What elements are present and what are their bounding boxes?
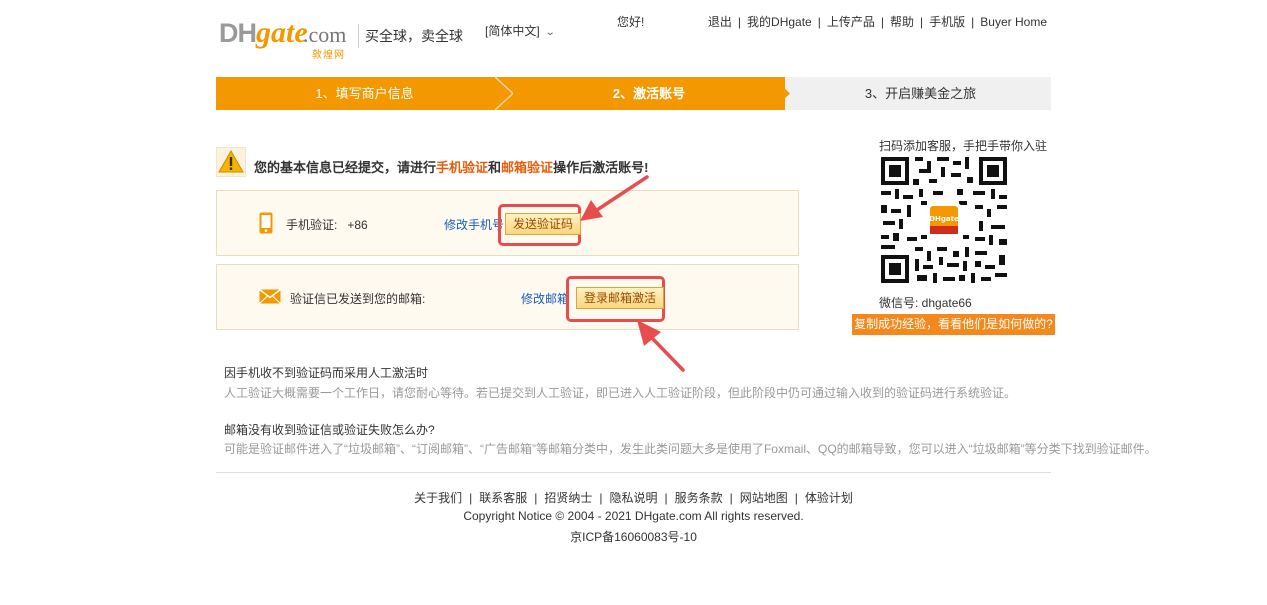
modify-phone-link[interactable]: 修改手机号: [444, 216, 504, 233]
warning-icon: [216, 147, 246, 177]
annotation-arrow-icon: [580, 175, 649, 221]
faq-answer: 可能是验证邮件进入了“垃圾邮箱”、“订阅邮箱”、“广告邮箱”等邮箱分类中，发生此…: [224, 442, 1157, 456]
step-1: 1、填写商户信息: [216, 77, 513, 110]
language-selector[interactable]: [简体中文] ⌄: [485, 22, 556, 39]
footer-link-privacy[interactable]: 隐私说明: [609, 491, 657, 505]
progress-steps: 1、填写商户信息 2、激活账号 3、开启赚美金之旅: [216, 77, 1051, 110]
step-chevron-icon: [772, 77, 790, 110]
nav-buyer-home[interactable]: Buyer Home: [980, 15, 1047, 29]
login-email-button[interactable]: 登录邮箱激活: [576, 287, 665, 309]
copyright: Copyright Notice © 2004 - 2021 DHgate.co…: [463, 509, 804, 523]
logo-subtitle: 敦煌网: [312, 50, 345, 61]
nav-separator: |: [920, 15, 924, 29]
notice-prefix: 您的基本信息已经提交，请进行: [254, 160, 437, 175]
footer-divider: [216, 472, 1051, 473]
footer-links: 关于我们 | 联系客服 | 招贤纳士 | 隐私说明 | 服务条款 | 网站地图 | 体验计划: [0, 489, 1267, 506]
dhgate-logo[interactable]: DH gate .com 敦煌网: [219, 16, 357, 61]
footer-separator: |: [794, 491, 798, 505]
greeting: 您好!: [617, 15, 645, 29]
nav-my-dhgate[interactable]: 我的DHgate: [747, 15, 812, 29]
logo-dh-text: DH: [219, 18, 257, 48]
nav-logout[interactable]: 退出: [708, 15, 732, 29]
step-2: 2、激活账号: [513, 77, 785, 110]
email-verify-label: 验证信已发送到您的邮箱:: [290, 292, 426, 306]
notice-and: 和: [488, 160, 502, 175]
annotation-arrow-icon: [637, 320, 685, 372]
nav-upload-product[interactable]: 上传产品: [827, 15, 875, 29]
footer-separator: |: [729, 491, 733, 505]
phone-verify-label: 手机验证: +86: [286, 218, 368, 232]
footer-separator: |: [469, 491, 473, 505]
qr-title: 扫码添加客服，手把手带你入驻: [879, 139, 1048, 153]
footer-link-about[interactable]: 关于我们: [414, 491, 462, 505]
faq-question: 邮箱没有收到验证信或验证失败怎么办?: [224, 423, 435, 437]
footer-link-contact[interactable]: 联系客服: [479, 491, 527, 505]
footer-link-terms[interactable]: 服务条款: [675, 491, 723, 505]
footer-separator: |: [664, 491, 668, 505]
faq-question: 因手机收不到验证码而采用人工激活时: [224, 366, 429, 380]
mail-icon: [259, 289, 281, 304]
footer-link-careers[interactable]: 招贤纳士: [544, 491, 592, 505]
faq-answer: 人工验证大概需要一个工作日，请您耐心等待。若已提交到人工验证，即已进入人工验证阶…: [224, 386, 1017, 400]
nav-help[interactable]: 帮助: [890, 15, 914, 29]
modify-email-link[interactable]: 修改邮箱: [521, 290, 569, 307]
logo-gate-text: gate: [256, 16, 308, 49]
nav-separator: |: [737, 15, 742, 29]
step-chevron-icon: [495, 77, 513, 110]
notice-email-highlight: 邮箱验证: [501, 160, 554, 175]
footer-separator: |: [534, 491, 538, 505]
logo-com-text: .com: [303, 22, 347, 47]
nav-separator: |: [817, 15, 821, 29]
qr-code-image: DHgate: [879, 155, 1009, 285]
top-nav: 退出 | 我的DHgate | 上传产品 | 帮助 | 手机版 | Buyer Home: [708, 13, 1047, 30]
notice-phone-highlight: 手机验证: [436, 160, 489, 175]
chevron-down-icon: ⌄: [544, 27, 556, 38]
slogan: 买全球，卖全球: [365, 28, 463, 44]
nav-separator: |: [880, 15, 885, 29]
wechat-id: 微信号: dhgate66: [879, 296, 972, 310]
language-label: [简体中文]: [485, 24, 540, 38]
mobile-phone-icon: [259, 212, 273, 234]
footer-link-experience[interactable]: 体验计划: [805, 491, 853, 505]
nav-mobile[interactable]: 手机版: [929, 15, 965, 29]
footer-link-sitemap[interactable]: 网站地图: [740, 491, 788, 505]
footer-separator: |: [599, 491, 603, 505]
send-code-button[interactable]: 发送验证码: [505, 213, 582, 235]
nav-separator: |: [971, 15, 975, 29]
icp-license: 京ICP备16060083号-10: [570, 530, 697, 544]
success-stories-button[interactable]: 复制成功经验，看看他们是如何做的?: [852, 314, 1055, 335]
step-3: 3、开启赚美金之旅: [864, 86, 977, 101]
logo-divider: [358, 24, 359, 48]
qr-badge-text: DHgate: [929, 215, 959, 223]
